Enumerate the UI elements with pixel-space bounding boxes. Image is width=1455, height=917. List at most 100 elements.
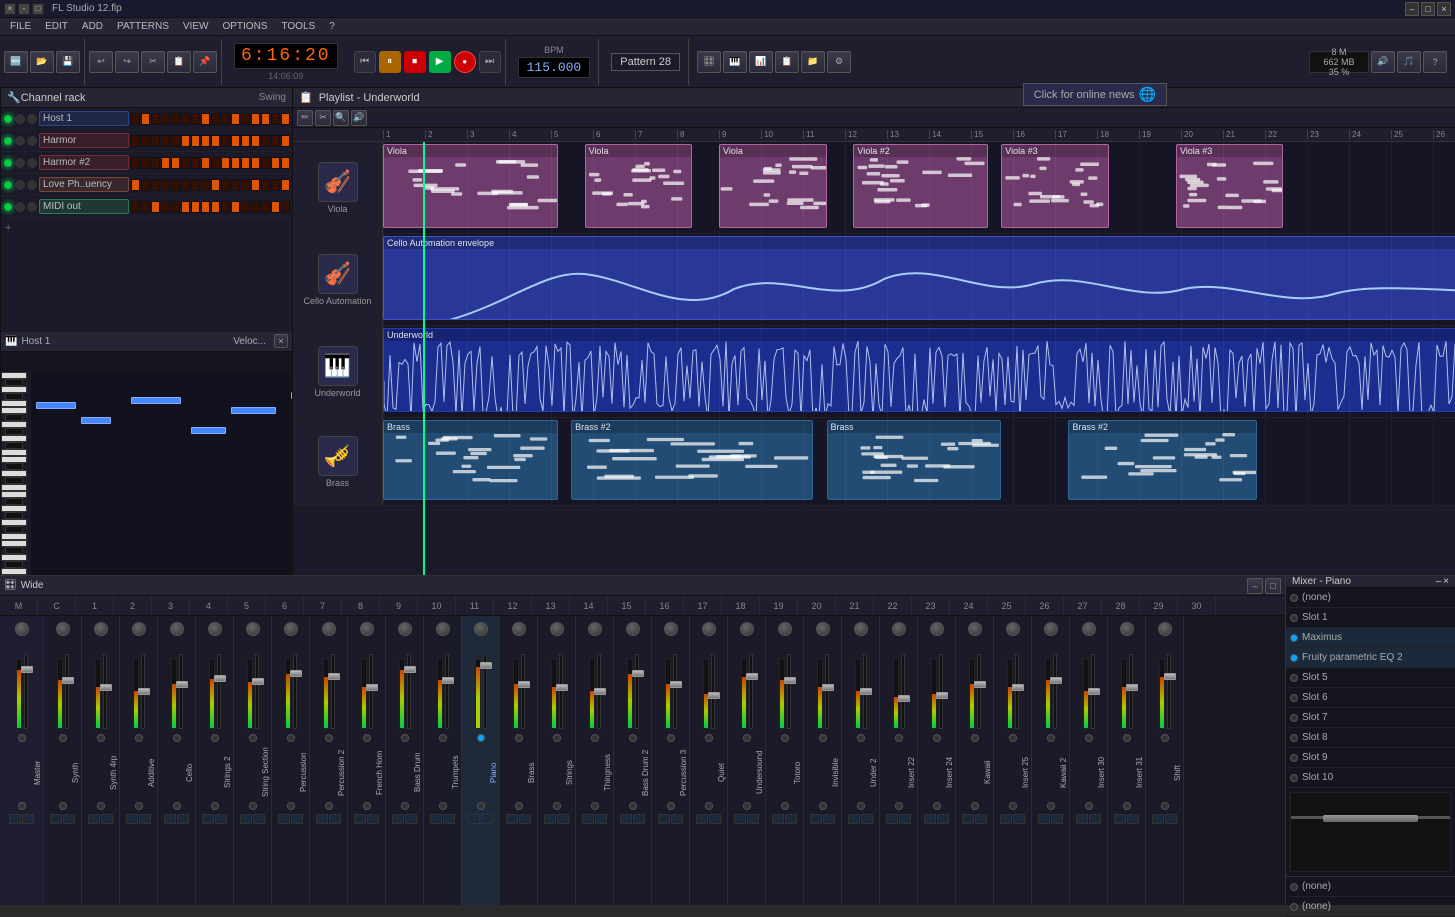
- step-pad[interactable]: [151, 157, 160, 169]
- send-btn[interactable]: [595, 814, 607, 824]
- channel-solo-led[interactable]: [27, 180, 37, 190]
- send-btn[interactable]: [50, 814, 62, 824]
- mute-led[interactable]: [477, 802, 485, 810]
- inserts-close[interactable]: ×: [1443, 576, 1449, 587]
- step-pad[interactable]: [141, 157, 150, 169]
- piano-note[interactable]: [191, 427, 226, 434]
- fader-handle[interactable]: [556, 684, 568, 691]
- channel-mute-led[interactable]: [15, 136, 25, 146]
- send-btn[interactable]: [240, 814, 252, 824]
- piano-key[interactable]: [1, 568, 27, 575]
- send-led[interactable]: [1085, 734, 1093, 742]
- send-btn[interactable]: [291, 814, 303, 824]
- send-btn[interactable]: [164, 814, 176, 824]
- toolbar-cut[interactable]: ✂: [141, 51, 165, 73]
- fader-track[interactable]: [103, 654, 107, 729]
- step-pad[interactable]: [171, 179, 180, 191]
- send-btn[interactable]: [278, 814, 290, 824]
- pan-knob[interactable]: [588, 622, 602, 636]
- step-pad[interactable]: [191, 179, 200, 191]
- mixer-channel-kawaii-2[interactable]: Kawaii 2: [1032, 616, 1070, 905]
- fader-track[interactable]: [1053, 654, 1057, 729]
- pan-knob[interactable]: [208, 622, 222, 636]
- piano-key[interactable]: [5, 561, 23, 568]
- send-led[interactable]: [97, 734, 105, 742]
- fader-handle[interactable]: [328, 673, 340, 680]
- mute-led[interactable]: [1123, 802, 1131, 810]
- fader-handle[interactable]: [442, 677, 454, 684]
- step-pad[interactable]: [141, 113, 150, 125]
- send-btn[interactable]: [101, 814, 113, 824]
- pan-knob[interactable]: [664, 622, 678, 636]
- mute-led[interactable]: [1161, 802, 1169, 810]
- browser-btn[interactable]: 📁: [801, 51, 825, 73]
- piano-key[interactable]: [5, 442, 23, 449]
- step-pad[interactable]: [161, 157, 170, 169]
- pan-knob[interactable]: [436, 622, 450, 636]
- step-pad[interactable]: [141, 201, 150, 213]
- mute-led[interactable]: [857, 802, 865, 810]
- send-btn[interactable]: [924, 814, 936, 824]
- mute-led[interactable]: [743, 802, 751, 810]
- pause-button[interactable]: ⏸: [379, 51, 401, 73]
- mute-led[interactable]: [705, 802, 713, 810]
- audio-btn[interactable]: 🔊: [1371, 51, 1395, 73]
- fader-track[interactable]: [369, 654, 373, 729]
- piano-roll-grid[interactable]: [31, 372, 292, 576]
- mixer-channel-bass-drum[interactable]: Bass Drum: [386, 616, 424, 905]
- fader-handle[interactable]: [822, 684, 834, 691]
- send-btn[interactable]: [1114, 814, 1126, 824]
- mute-led[interactable]: [553, 802, 561, 810]
- send-btn[interactable]: [620, 814, 632, 824]
- send-btn[interactable]: [975, 814, 987, 824]
- send-btn[interactable]: [253, 814, 265, 824]
- send-btn[interactable]: [443, 814, 455, 824]
- mute-led[interactable]: [515, 802, 523, 810]
- send-led[interactable]: [135, 734, 143, 742]
- fader-track[interactable]: [635, 654, 639, 729]
- send-btn[interactable]: [823, 814, 835, 824]
- mute-led[interactable]: [287, 802, 295, 810]
- piano-note[interactable]: [81, 417, 111, 424]
- fader-handle[interactable]: [480, 662, 492, 669]
- send-led[interactable]: [895, 734, 903, 742]
- fader-track[interactable]: [559, 654, 563, 729]
- pattern-display[interactable]: Pattern 28: [611, 53, 680, 71]
- step-pad[interactable]: [281, 157, 290, 169]
- insert-slot-4[interactable]: Fruity parametric EQ 2: [1286, 648, 1455, 668]
- fader-handle[interactable]: [366, 684, 378, 691]
- mixer-channel-kawaii[interactable]: Kawaii: [956, 616, 994, 905]
- step-pad[interactable]: [281, 113, 290, 125]
- step-pad[interactable]: [211, 201, 220, 213]
- send-btn[interactable]: [1000, 814, 1012, 824]
- send-btn[interactable]: [63, 814, 75, 824]
- insert-slot-1[interactable]: (none): [1286, 588, 1455, 608]
- send-led[interactable]: [211, 734, 219, 742]
- mute-led[interactable]: [249, 802, 257, 810]
- send-led[interactable]: [971, 734, 979, 742]
- send-btn[interactable]: [126, 814, 138, 824]
- mixer-channel-shift[interactable]: Shift: [1146, 616, 1184, 905]
- step-pad[interactable]: [251, 157, 260, 169]
- send-btn[interactable]: [582, 814, 594, 824]
- mixer-channel-master[interactable]: Master: [0, 616, 44, 905]
- mute-led[interactable]: [971, 802, 979, 810]
- piano-roll-btn[interactable]: 🎹: [723, 51, 747, 73]
- fader-track[interactable]: [673, 654, 677, 729]
- send-btn[interactable]: [899, 814, 911, 824]
- step-pad[interactable]: [261, 113, 270, 125]
- track-content[interactable]: Underworld: [383, 326, 1455, 417]
- mixer-btn[interactable]: 🎛: [697, 51, 721, 73]
- fader-track[interactable]: [255, 654, 259, 729]
- fader-handle[interactable]: [898, 695, 910, 702]
- step-pad[interactable]: [201, 179, 210, 191]
- step-pad[interactable]: [241, 179, 250, 191]
- piano-key[interactable]: [1, 407, 27, 414]
- step-pad[interactable]: [211, 113, 220, 125]
- piano-key[interactable]: [1, 540, 27, 547]
- fader-track[interactable]: [597, 654, 601, 729]
- fader-track[interactable]: [939, 654, 943, 729]
- send-btn[interactable]: [22, 814, 34, 824]
- fader-track[interactable]: [65, 654, 69, 729]
- fader-track[interactable]: [483, 654, 487, 729]
